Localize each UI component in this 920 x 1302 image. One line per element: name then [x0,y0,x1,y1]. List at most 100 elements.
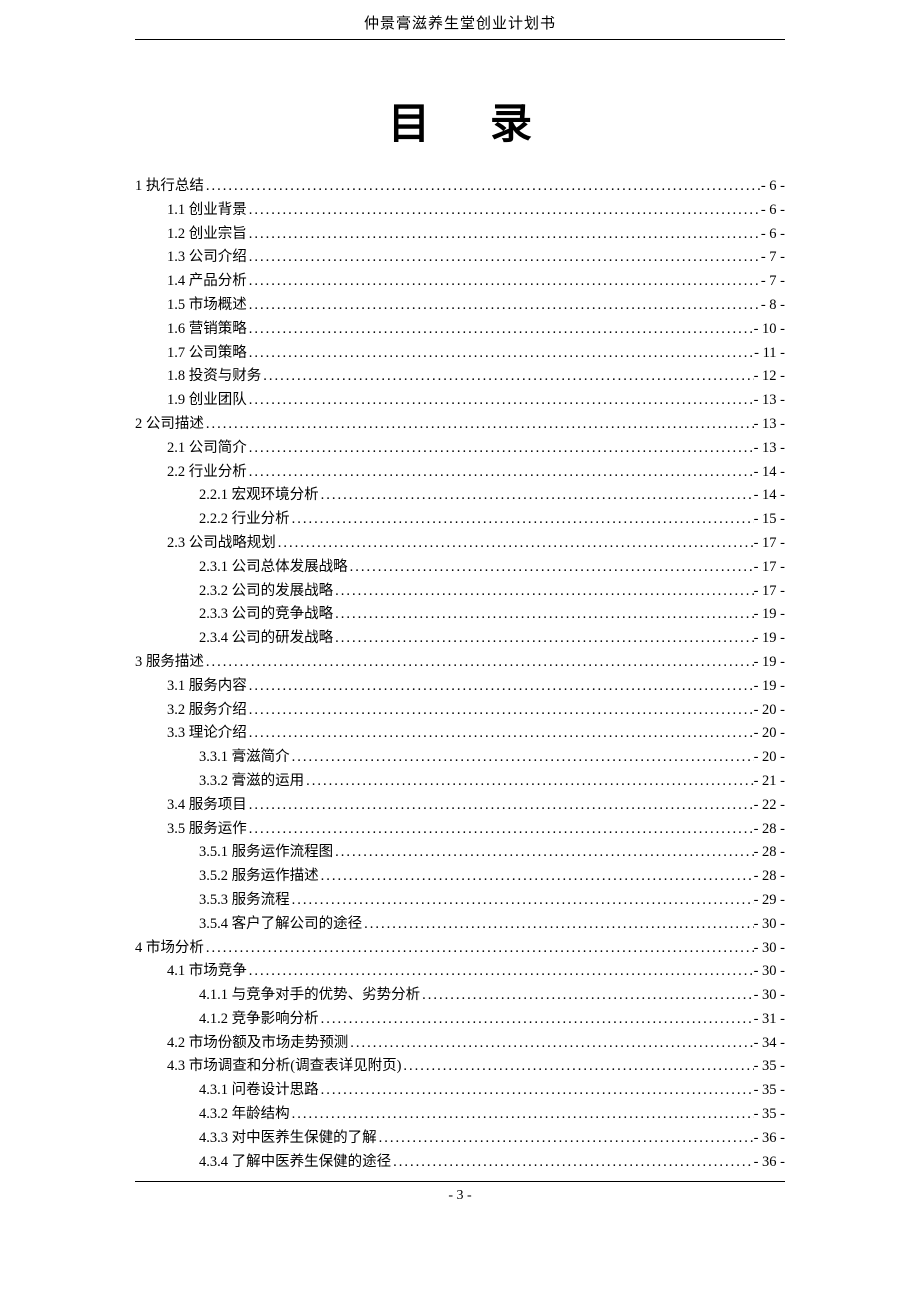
toc-entry-label: 3.3 理论介绍 [167,726,247,741]
toc-leader-dots [348,560,754,575]
toc-entry-page: - 36 - [754,1131,785,1146]
toc-entry-page: - 35 - [754,1059,785,1074]
toc-entry-label: 1.1 创业背景 [167,203,247,218]
toc-entry-page: - 19 - [754,679,785,694]
toc-entry-label: 4.1 市场竞争 [167,964,247,979]
toc-leader-dots [290,512,754,527]
toc-entry-page: - 14 - [754,488,785,503]
toc-leader-dots [247,441,754,456]
toc-entry: 2.1 公司简介- 13 - [135,441,785,456]
toc-entry-label: 3.1 服务内容 [167,679,247,694]
toc-leader-dots [319,1012,754,1027]
toc-leader-dots [362,917,753,932]
toc-entry-label: 1.5 市场概述 [167,298,247,313]
toc-entry-page: - 19 - [754,631,785,646]
toc-entry-page: - 30 - [754,917,785,932]
toc-entry-page: - 14 - [754,465,785,480]
toc-entry-label: 1.4 产品分析 [167,274,247,289]
toc-entry-label: 2.3.3 公司的竞争战略 [199,607,333,622]
toc-leader-dots [401,1059,753,1074]
toc-entry-label: 2 公司描述 [135,417,204,432]
toc-entry: 2.2 行业分析- 14 - [135,465,785,480]
toc-entry-page: - 6 - [761,203,785,218]
toc-leader-dots [319,488,754,503]
toc-entry-label: 3.5.2 服务运作描述 [199,869,319,884]
toc-entry: 1.6 营销策略- 10 - [135,322,785,337]
toc-leader-dots [247,465,754,480]
toc-leader-dots [348,1036,753,1051]
toc-leader-dots [420,988,753,1003]
toc-entry-label: 4.1.2 竞争影响分析 [199,1012,319,1027]
toc-leader-dots [247,964,754,979]
toc-entry-page: - 8 - [761,298,785,313]
page-footer: - 3 - [135,1181,785,1204]
toc-leader-dots [247,393,754,408]
toc-leader-dots [247,798,754,813]
toc-leader-dots [261,369,753,384]
toc-entry-page: - 17 - [754,536,785,551]
toc-entry: 3.1 服务内容 - 19 - [135,679,785,694]
toc-entry-page: - 35 - [754,1107,785,1122]
toc-entry: 1.4 产品分析- 7 - [135,274,785,289]
toc-leader-dots [247,322,754,337]
toc-entry-page: - 28 - [754,845,785,860]
toc-entry-label: 1.7 公司策略 [167,346,247,361]
toc-entry-label: 3.5.3 服务流程 [199,893,290,908]
toc-entry: 1.7 公司策略 - 11 - [135,346,785,361]
toc-leader-dots [204,417,754,432]
toc-leader-dots [247,346,754,361]
toc-entry-label: 1.2 创业宗旨 [167,227,247,242]
toc-entry: 4.3.4 了解中医养生保健的途径- 36 - [135,1155,785,1170]
toc-entry-label: 2.3.1 公司总体发展战略 [199,560,348,575]
toc-entry-label: 2.3.2 公司的发展战略 [199,584,333,599]
toc-leader-dots [204,941,754,956]
toc-entry-label: 2.3 公司战略规划 [167,536,276,551]
toc-entry: 2.3.2 公司的发展战略 - 17 - [135,584,785,599]
toc-entry-page: - 17 - [754,584,785,599]
toc-entry-page: - 12 - [754,369,785,384]
toc-entry: 1.9 创业团队- 13 - [135,393,785,408]
toc-entry-page: - 34 - [754,1036,785,1051]
toc-entry: 2.3.4 公司的研发战略- 19 - [135,631,785,646]
toc-entry-label: 3.5.1 服务运作流程图 [199,845,333,860]
toc-entry: 3 服务描述 - 19 - [135,655,785,670]
toc-leader-dots [276,536,754,551]
toc-entry: 4.1 市场竞争- 30 - [135,964,785,979]
toc-leader-dots [391,1155,753,1170]
toc-entry-page: - 30 - [754,988,785,1003]
toc-entry-page: - 13 - [754,393,785,408]
toc-entry-label: 3.4 服务项目 [167,798,247,813]
toc-entry-page: - 20 - [754,750,785,765]
toc-entry-label: 3 服务描述 [135,655,204,670]
toc-entry: 3.5.4 客户了解公司的途径 - 30 - [135,917,785,932]
toc-entry-label: 4.3.2 年龄结构 [199,1107,290,1122]
document-page: 仲景膏滋养生堂创业计划书 目录 1 执行总结- 6 -1.1 创业背景- 6 -… [0,0,920,1244]
toc-entry-label: 1.6 营销策略 [167,322,247,337]
toc-entry-page: - 19 - [754,655,785,670]
toc-leader-dots [204,655,754,670]
toc-entry: 4.3 市场调查和分析(调查表详见附页)- 35 - [135,1059,785,1074]
toc-entry: 4.1.2 竞争影响分析- 31 - [135,1012,785,1027]
toc-entry: 4.1.1 与竞争对手的优势、劣势分析- 30 - [135,988,785,1003]
toc-entry: 1.2 创业宗旨- 6 - [135,227,785,242]
toc-entry-label: 3.5.4 客户了解公司的途径 [199,917,362,932]
toc-entry-page: - 19 - [754,607,785,622]
toc-entry-page: - 15 - [754,512,785,527]
toc-entry: 1 执行总结- 6 - [135,179,785,194]
toc-entry-page: - 6 - [761,179,785,194]
toc-entry: 3.5.3 服务流程- 29 - [135,893,785,908]
toc-entry-label: 3.3.2 膏滋的运用 [199,774,304,789]
toc-entry: 2.3 公司战略规划 - 17 - [135,536,785,551]
toc-entry: 3.3 理论介绍- 20 - [135,726,785,741]
toc-entry-label: 4.3.3 对中医养生保健的了解 [199,1131,377,1146]
toc-leader-dots [304,774,753,789]
toc-entry: 3.3.1 膏滋简介- 20 - [135,750,785,765]
toc-entry: 1.3 公司介绍- 7 - [135,250,785,265]
toc-entry: 4.3.3 对中医养生保健的了解 - 36 - [135,1131,785,1146]
toc-entry-label: 1.3 公司介绍 [167,250,247,265]
toc-entry-label: 1.8 投资与财务 [167,369,261,384]
toc-entry-page: - 11 - [754,346,785,361]
toc-entry-page: - 28 - [754,822,785,837]
toc-entry: 2 公司描述- 13 - [135,417,785,432]
toc-entry: 2.3.1 公司总体发展战略- 17 - [135,560,785,575]
